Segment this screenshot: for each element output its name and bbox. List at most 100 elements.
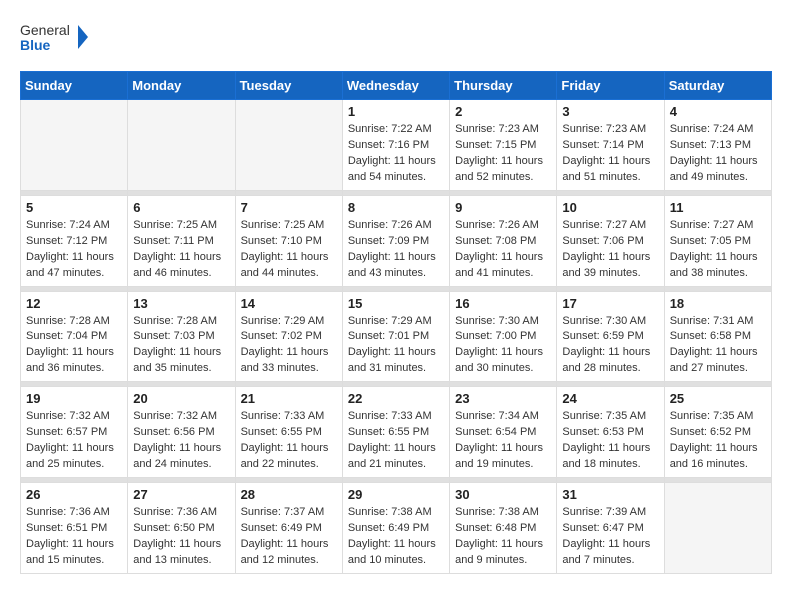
- day-number: 7: [241, 200, 337, 215]
- col-header-friday: Friday: [557, 72, 664, 100]
- day-number: 11: [670, 200, 766, 215]
- day-info: Sunrise: 7:39 AMSunset: 6:47 PMDaylight:…: [562, 505, 658, 569]
- day-number: 5: [26, 200, 122, 215]
- day-info: Sunrise: 7:35 AMSunset: 6:53 PMDaylight:…: [562, 409, 658, 473]
- day-info: Sunrise: 7:30 AMSunset: 6:59 PMDaylight:…: [562, 314, 658, 378]
- day-number: 21: [241, 391, 337, 406]
- calendar-cell: 8 Sunrise: 7:26 AMSunset: 7:09 PMDaylight…: [342, 195, 449, 286]
- day-number: 13: [133, 296, 229, 311]
- calendar-cell: 21 Sunrise: 7:33 AMSunset: 6:55 PMDayligh…: [235, 387, 342, 478]
- day-info: Sunrise: 7:27 AMSunset: 7:06 PMDaylight:…: [562, 218, 658, 282]
- day-number: 20: [133, 391, 229, 406]
- calendar-cell: 11 Sunrise: 7:27 AMSunset: 7:05 PMDayligh…: [664, 195, 771, 286]
- calendar-cell: 3 Sunrise: 7:23 AMSunset: 7:14 PMDaylight…: [557, 100, 664, 191]
- day-info: Sunrise: 7:26 AMSunset: 7:08 PMDaylight:…: [455, 218, 551, 282]
- day-info: Sunrise: 7:31 AMSunset: 6:58 PMDaylight:…: [670, 314, 766, 378]
- svg-text:General: General: [20, 22, 70, 38]
- col-header-monday: Monday: [128, 72, 235, 100]
- col-header-saturday: Saturday: [664, 72, 771, 100]
- calendar-cell: [235, 100, 342, 191]
- col-header-thursday: Thursday: [450, 72, 557, 100]
- calendar-cell: 20 Sunrise: 7:32 AMSunset: 6:56 PMDayligh…: [128, 387, 235, 478]
- day-info: Sunrise: 7:28 AMSunset: 7:04 PMDaylight:…: [26, 314, 122, 378]
- day-number: 27: [133, 487, 229, 502]
- col-header-sunday: Sunday: [21, 72, 128, 100]
- calendar-cell: [128, 100, 235, 191]
- day-number: 17: [562, 296, 658, 311]
- day-info: Sunrise: 7:29 AMSunset: 7:01 PMDaylight:…: [348, 314, 444, 378]
- calendar-cell: 28 Sunrise: 7:37 AMSunset: 6:49 PMDayligh…: [235, 483, 342, 574]
- day-info: Sunrise: 7:32 AMSunset: 6:57 PMDaylight:…: [26, 409, 122, 473]
- day-number: 28: [241, 487, 337, 502]
- calendar-week-row: 5 Sunrise: 7:24 AMSunset: 7:12 PMDaylight…: [21, 195, 772, 286]
- logo-svg: GeneralBlue: [20, 20, 100, 55]
- calendar-cell: 26 Sunrise: 7:36 AMSunset: 6:51 PMDayligh…: [21, 483, 128, 574]
- day-number: 14: [241, 296, 337, 311]
- day-number: 25: [670, 391, 766, 406]
- day-number: 4: [670, 104, 766, 119]
- day-info: Sunrise: 7:36 AMSunset: 6:50 PMDaylight:…: [133, 505, 229, 569]
- col-header-wednesday: Wednesday: [342, 72, 449, 100]
- calendar-cell: 6Sunrise: 7:25 AMSunset: 7:11 PMDaylight…: [128, 195, 235, 286]
- calendar-cell: 5 Sunrise: 7:24 AMSunset: 7:12 PMDaylight…: [21, 195, 128, 286]
- day-number: 26: [26, 487, 122, 502]
- calendar-cell: 22 Sunrise: 7:33 AMSunset: 6:55 PMDayligh…: [342, 387, 449, 478]
- calendar-week-row: 26 Sunrise: 7:36 AMSunset: 6:51 PMDayligh…: [21, 483, 772, 574]
- day-number: 31: [562, 487, 658, 502]
- calendar-cell: 1 Sunrise: 7:22 AMSunset: 7:16 PMDaylight…: [342, 100, 449, 191]
- calendar-cell: 27 Sunrise: 7:36 AMSunset: 6:50 PMDayligh…: [128, 483, 235, 574]
- calendar-cell: 14 Sunrise: 7:29 AMSunset: 7:02 PMDayligh…: [235, 291, 342, 382]
- day-number: 3: [562, 104, 658, 119]
- day-number: 22: [348, 391, 444, 406]
- calendar-cell: 19 Sunrise: 7:32 AMSunset: 6:57 PMDayligh…: [21, 387, 128, 478]
- day-info: Sunrise: 7:29 AMSunset: 7:02 PMDaylight:…: [241, 314, 337, 378]
- calendar-week-row: 12 Sunrise: 7:28 AMSunset: 7:04 PMDayligh…: [21, 291, 772, 382]
- day-info: Sunrise: 7:32 AMSunset: 6:56 PMDaylight:…: [133, 409, 229, 473]
- calendar-cell: 16Sunrise: 7:30 AMSunset: 7:00 PMDayligh…: [450, 291, 557, 382]
- calendar-cell: 4 Sunrise: 7:24 AMSunset: 7:13 PMDaylight…: [664, 100, 771, 191]
- calendar-cell: 31 Sunrise: 7:39 AMSunset: 6:47 PMDayligh…: [557, 483, 664, 574]
- day-info: Sunrise: 7:24 AMSunset: 7:12 PMDaylight:…: [26, 218, 122, 282]
- calendar-cell: 7 Sunrise: 7:25 AMSunset: 7:10 PMDaylight…: [235, 195, 342, 286]
- day-info: Sunrise: 7:35 AMSunset: 6:52 PMDaylight:…: [670, 409, 766, 473]
- day-number: 9: [455, 200, 551, 215]
- calendar-cell: [21, 100, 128, 191]
- day-number: 8: [348, 200, 444, 215]
- day-info: Sunrise: 7:25 AMSunset: 7:11 PMDaylight:…: [133, 218, 229, 282]
- day-info: Sunrise: 7:33 AMSunset: 6:55 PMDaylight:…: [348, 409, 444, 473]
- day-number: 18: [670, 296, 766, 311]
- day-info: Sunrise: 7:24 AMSunset: 7:13 PMDaylight:…: [670, 122, 766, 186]
- day-number: 10: [562, 200, 658, 215]
- day-info: Sunrise: 7:26 AMSunset: 7:09 PMDaylight:…: [348, 218, 444, 282]
- header: GeneralBlue: [20, 20, 772, 55]
- day-info: Sunrise: 7:36 AMSunset: 6:51 PMDaylight:…: [26, 505, 122, 569]
- calendar-cell: 9 Sunrise: 7:26 AMSunset: 7:08 PMDaylight…: [450, 195, 557, 286]
- day-info: Sunrise: 7:27 AMSunset: 7:05 PMDaylight:…: [670, 218, 766, 282]
- calendar-cell: 2 Sunrise: 7:23 AMSunset: 7:15 PMDaylight…: [450, 100, 557, 191]
- day-info: Sunrise: 7:38 AMSunset: 6:48 PMDaylight:…: [455, 505, 551, 569]
- day-number: 23: [455, 391, 551, 406]
- day-number: 12: [26, 296, 122, 311]
- day-info: Sunrise: 7:23 AMSunset: 7:14 PMDaylight:…: [562, 122, 658, 186]
- day-number: 1: [348, 104, 444, 119]
- day-number: 24: [562, 391, 658, 406]
- svg-text:Blue: Blue: [20, 37, 51, 53]
- day-info: Sunrise: 7:25 AMSunset: 7:10 PMDaylight:…: [241, 218, 337, 282]
- day-info: Sunrise: 7:37 AMSunset: 6:49 PMDaylight:…: [241, 505, 337, 569]
- calendar-cell: 25 Sunrise: 7:35 AMSunset: 6:52 PMDayligh…: [664, 387, 771, 478]
- calendar-cell: 13Sunrise: 7:28 AMSunset: 7:03 PMDayligh…: [128, 291, 235, 382]
- day-number: 2: [455, 104, 551, 119]
- day-info: Sunrise: 7:38 AMSunset: 6:49 PMDaylight:…: [348, 505, 444, 569]
- day-info: Sunrise: 7:23 AMSunset: 7:15 PMDaylight:…: [455, 122, 551, 186]
- day-info: Sunrise: 7:33 AMSunset: 6:55 PMDaylight:…: [241, 409, 337, 473]
- day-number: 16: [455, 296, 551, 311]
- calendar-cell: 24 Sunrise: 7:35 AMSunset: 6:53 PMDayligh…: [557, 387, 664, 478]
- calendar-cell: 10 Sunrise: 7:27 AMSunset: 7:06 PMDayligh…: [557, 195, 664, 286]
- day-number: 19: [26, 391, 122, 406]
- calendar-cell: 17 Sunrise: 7:30 AMSunset: 6:59 PMDayligh…: [557, 291, 664, 382]
- day-number: 30: [455, 487, 551, 502]
- day-number: 29: [348, 487, 444, 502]
- day-info: Sunrise: 7:22 AMSunset: 7:16 PMDaylight:…: [348, 122, 444, 186]
- calendar-cell: 23Sunrise: 7:34 AMSunset: 6:54 PMDayligh…: [450, 387, 557, 478]
- calendar-week-row: 1 Sunrise: 7:22 AMSunset: 7:16 PMDaylight…: [21, 100, 772, 191]
